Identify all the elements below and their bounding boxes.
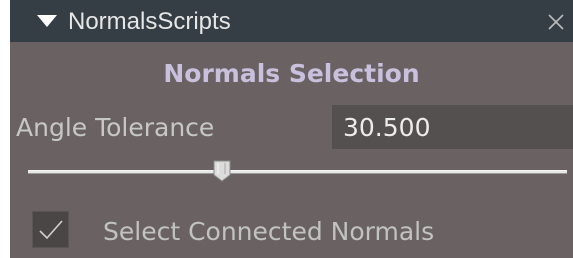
panel-title: NormalsScripts — [68, 8, 231, 35]
select-connected-normals-label[interactable]: Select Connected Normals — [103, 212, 434, 252]
panel-title-bar[interactable]: NormalsScripts — [10, 0, 573, 42]
section-heading: Normals Selection — [163, 59, 420, 88]
angle-tolerance-slider-thumb[interactable] — [213, 160, 231, 182]
angle-tolerance-slider-track[interactable] — [28, 170, 567, 174]
angle-tolerance-field[interactable] — [332, 105, 573, 149]
close-icon[interactable] — [544, 10, 568, 34]
checkmark-icon — [39, 220, 63, 240]
select-connected-normals-checkbox[interactable] — [32, 211, 69, 248]
angle-tolerance-label: Angle Tolerance — [16, 113, 215, 142]
normals-scripts-panel: NormalsScripts Normals Selection Angle T… — [10, 0, 573, 258]
collapse-triangle-icon[interactable] — [37, 15, 57, 27]
